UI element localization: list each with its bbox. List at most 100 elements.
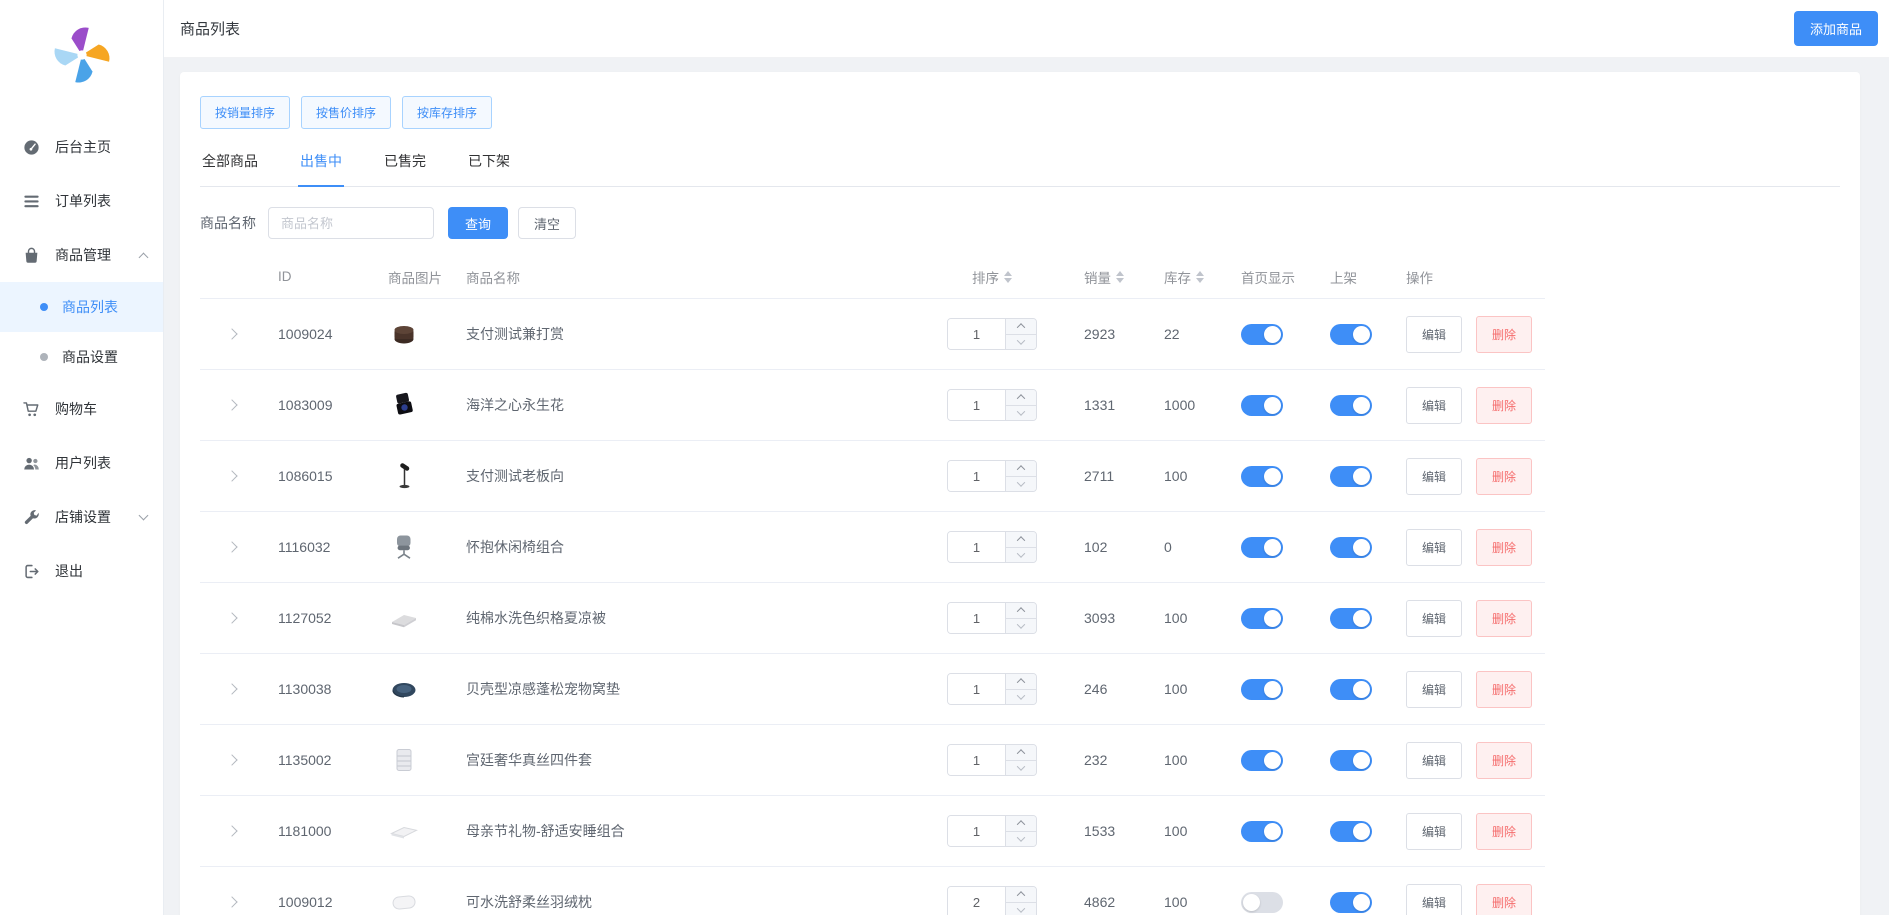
on-shelf-toggle[interactable] [1330, 679, 1372, 700]
sort-input[interactable] [948, 390, 1005, 420]
expand-row-icon[interactable] [226, 754, 237, 765]
decrease-icon[interactable] [1006, 548, 1036, 563]
sort-input[interactable] [948, 887, 1005, 915]
table-row: 1181000 母亲节礼物-舒适安睡组合 1533 100 编辑 删除 [200, 796, 1545, 867]
expand-row-icon[interactable] [226, 399, 237, 410]
tab-1[interactable]: 出售中 [298, 151, 344, 187]
home-display-toggle[interactable] [1241, 892, 1283, 913]
on-shelf-toggle[interactable] [1330, 324, 1372, 345]
expand-row-icon[interactable] [226, 328, 237, 339]
tab-0[interactable]: 全部商品 [200, 151, 260, 186]
tab-3[interactable]: 已下架 [466, 151, 512, 186]
home-display-toggle[interactable] [1241, 608, 1283, 629]
sort-input[interactable] [948, 532, 1005, 562]
on-shelf-toggle[interactable] [1330, 608, 1372, 629]
expand-row-icon[interactable] [226, 825, 237, 836]
increase-icon[interactable] [1006, 745, 1036, 761]
edit-button[interactable]: 编辑 [1406, 884, 1462, 915]
sort-input[interactable] [948, 461, 1005, 491]
edit-button[interactable]: 编辑 [1406, 387, 1462, 424]
expand-row-icon[interactable] [226, 470, 237, 481]
sort-input[interactable] [948, 603, 1005, 633]
home-display-toggle[interactable] [1241, 395, 1283, 416]
add-product-button[interactable]: 添加商品 [1794, 11, 1878, 46]
edit-button[interactable]: 编辑 [1406, 742, 1462, 779]
increase-icon[interactable] [1006, 461, 1036, 477]
tab-2[interactable]: 已售完 [382, 151, 428, 186]
on-shelf-toggle[interactable] [1330, 395, 1372, 416]
increase-icon[interactable] [1006, 816, 1036, 832]
on-shelf-toggle[interactable] [1330, 537, 1372, 558]
delete-button[interactable]: 删除 [1476, 884, 1532, 915]
sidebar-item-6[interactable]: 用户列表 [0, 436, 163, 490]
sort-carets-icon[interactable] [1004, 271, 1012, 283]
sort-by-button-2[interactable]: 按库存排序 [402, 96, 492, 129]
decrease-icon[interactable] [1006, 832, 1036, 847]
home-display-toggle[interactable] [1241, 324, 1283, 345]
column-header-sort[interactable]: 排序 [918, 267, 1066, 287]
column-header-stock[interactable]: 库存 [1146, 267, 1223, 287]
home-display-toggle[interactable] [1241, 466, 1283, 487]
product-table: ID商品图片商品名称排序销量库存首页显示上架操作 1009024 支付测试兼打赏… [200, 255, 1545, 915]
increase-icon[interactable] [1006, 390, 1036, 406]
delete-button[interactable]: 删除 [1476, 813, 1532, 850]
home-display-toggle[interactable] [1241, 821, 1283, 842]
edit-button[interactable]: 编辑 [1406, 458, 1462, 495]
expand-row-icon[interactable] [226, 541, 237, 552]
on-shelf-toggle[interactable] [1330, 750, 1372, 771]
home-display-toggle[interactable] [1241, 679, 1283, 700]
expand-row-icon[interactable] [226, 896, 237, 907]
sidebar-item-8[interactable]: 退出 [0, 544, 163, 598]
increase-icon[interactable] [1006, 319, 1036, 335]
decrease-icon[interactable] [1006, 335, 1036, 350]
expand-row-icon[interactable] [226, 683, 237, 694]
increase-icon[interactable] [1006, 532, 1036, 548]
sort-carets-icon[interactable] [1116, 271, 1124, 283]
decrease-icon[interactable] [1006, 477, 1036, 492]
sidebar-item-0[interactable]: 后台主页 [0, 120, 163, 174]
on-shelf-toggle[interactable] [1330, 466, 1372, 487]
home-display-toggle[interactable] [1241, 537, 1283, 558]
edit-button[interactable]: 编辑 [1406, 529, 1462, 566]
sidebar-item-7[interactable]: 店铺设置 [0, 490, 163, 544]
edit-button[interactable]: 编辑 [1406, 813, 1462, 850]
decrease-icon[interactable] [1006, 406, 1036, 421]
sort-input[interactable] [948, 745, 1005, 775]
edit-button[interactable]: 编辑 [1406, 316, 1462, 353]
query-button[interactable]: 查询 [448, 207, 508, 239]
decrease-icon[interactable] [1006, 903, 1036, 915]
delete-button[interactable]: 删除 [1476, 529, 1532, 566]
delete-button[interactable]: 删除 [1476, 316, 1532, 353]
clear-button[interactable]: 清空 [518, 207, 576, 239]
product-name-input[interactable] [268, 207, 434, 239]
sidebar-item-4[interactable]: 商品设置 [0, 332, 163, 382]
sidebar-item-1[interactable]: 订单列表 [0, 174, 163, 228]
delete-button[interactable]: 删除 [1476, 742, 1532, 779]
delete-button[interactable]: 删除 [1476, 458, 1532, 495]
edit-button[interactable]: 编辑 [1406, 600, 1462, 637]
increase-icon[interactable] [1006, 887, 1036, 903]
sort-input[interactable] [948, 816, 1005, 846]
increase-icon[interactable] [1006, 603, 1036, 619]
delete-button[interactable]: 删除 [1476, 387, 1532, 424]
sort-input[interactable] [948, 674, 1005, 704]
on-shelf-toggle[interactable] [1330, 821, 1372, 842]
sidebar-item-3[interactable]: 商品列表 [0, 282, 163, 332]
sort-input[interactable] [948, 319, 1005, 349]
sort-by-button-0[interactable]: 按销量排序 [200, 96, 290, 129]
sidebar-item-5[interactable]: 购物车 [0, 382, 163, 436]
column-header-sales[interactable]: 销量 [1066, 267, 1146, 287]
sort-carets-icon[interactable] [1196, 271, 1204, 283]
on-shelf-toggle[interactable] [1330, 892, 1372, 913]
decrease-icon[interactable] [1006, 761, 1036, 776]
home-display-toggle[interactable] [1241, 750, 1283, 771]
decrease-icon[interactable] [1006, 690, 1036, 705]
decrease-icon[interactable] [1006, 619, 1036, 634]
delete-button[interactable]: 删除 [1476, 600, 1532, 637]
increase-icon[interactable] [1006, 674, 1036, 690]
expand-row-icon[interactable] [226, 612, 237, 623]
delete-button[interactable]: 删除 [1476, 671, 1532, 708]
edit-button[interactable]: 编辑 [1406, 671, 1462, 708]
sort-by-button-1[interactable]: 按售价排序 [301, 96, 391, 129]
sidebar-item-2[interactable]: 商品管理 [0, 228, 163, 282]
